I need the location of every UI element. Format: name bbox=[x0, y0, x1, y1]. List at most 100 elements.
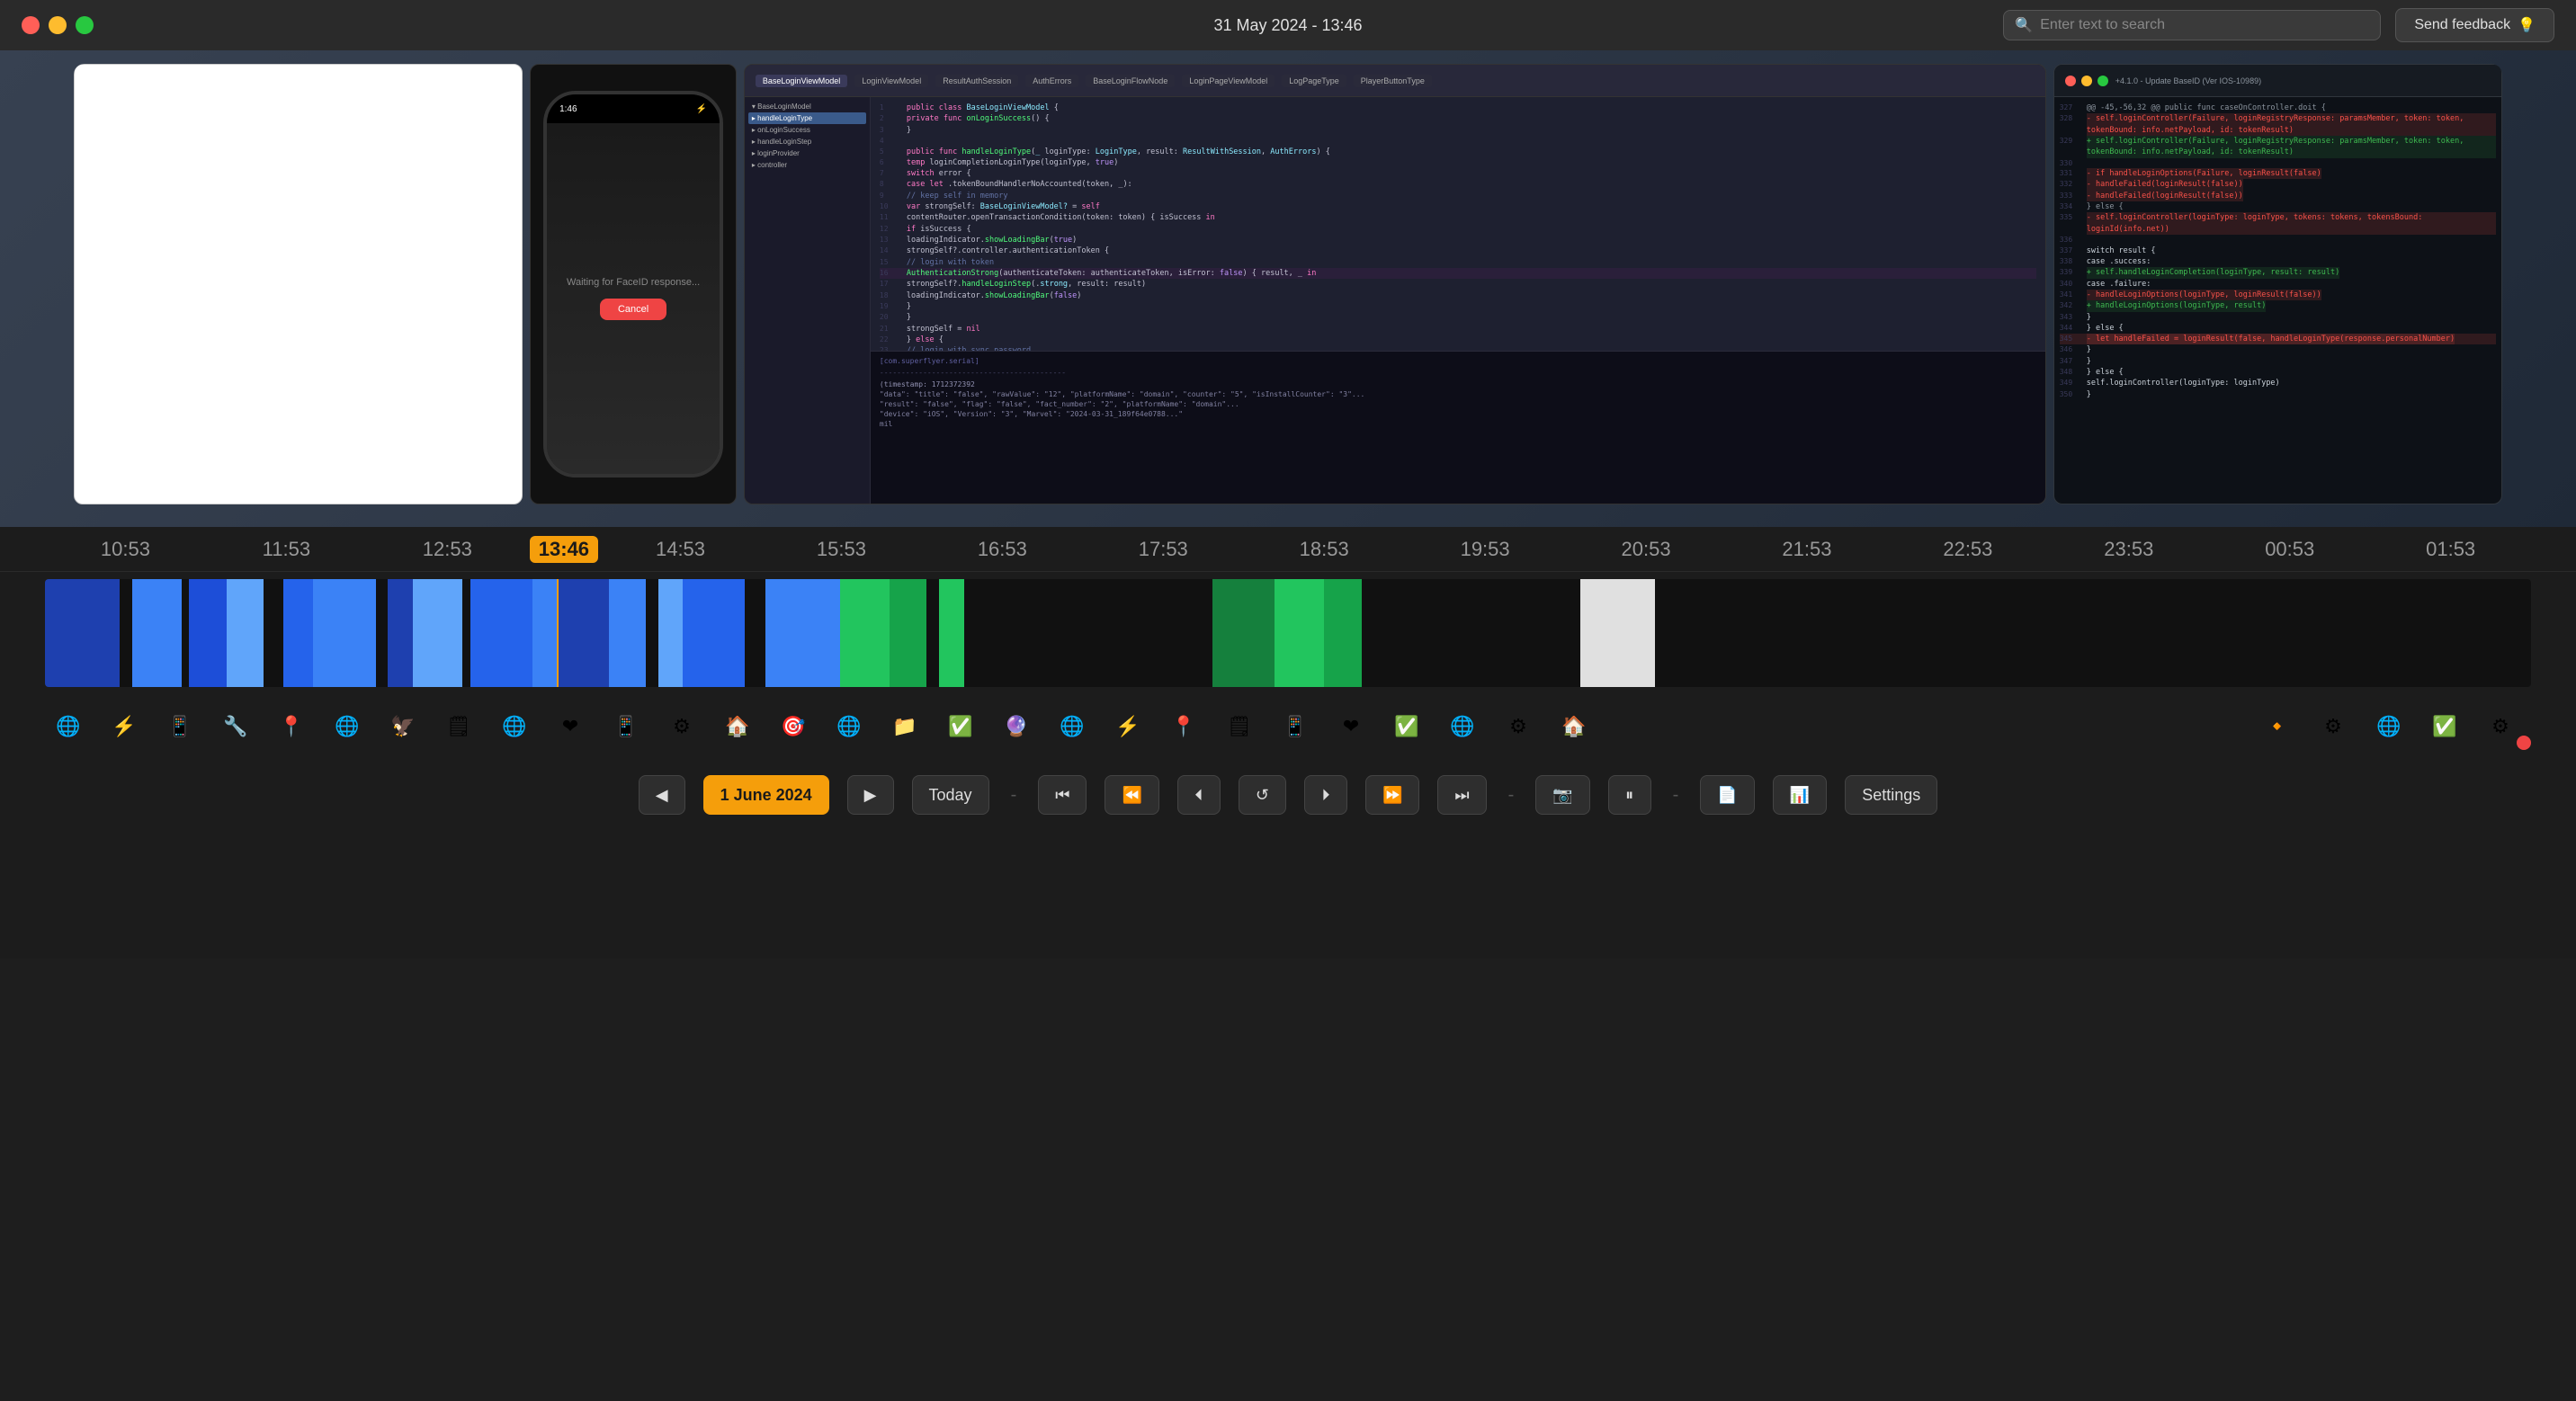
timeline-section: 10:53 11:53 12:53 13:46 14:53 15:53 16:5… bbox=[0, 527, 2576, 959]
refresh-button[interactable]: ↺ bbox=[1239, 775, 1286, 815]
activity-seg bbox=[227, 579, 264, 687]
xcode-tab-7[interactable]: LogPageType bbox=[1282, 75, 1346, 87]
sim-content: Waiting for FaceID response... Cancel bbox=[547, 123, 720, 474]
xcode-console: [com.superflyer.serial] ----------------… bbox=[871, 351, 2045, 504]
doc-button[interactable]: 📄 bbox=[1700, 775, 1754, 815]
activity-seg bbox=[1138, 579, 1212, 687]
activity-timeline[interactable] bbox=[45, 579, 2531, 687]
xcode-tab-8[interactable]: PlayerButtonType bbox=[1354, 75, 1432, 87]
send-feedback-button[interactable]: Send feedback 💡 bbox=[2395, 8, 2554, 42]
xcode-tab-5[interactable]: BaseLoginFlowNode bbox=[1086, 75, 1175, 87]
ts-1453: 14:53 bbox=[600, 538, 761, 561]
step-fwd-button[interactable]: ⏵ bbox=[1304, 775, 1347, 815]
activity-seg bbox=[765, 579, 840, 687]
ts-0153: 01:53 bbox=[2370, 538, 2531, 561]
app-icon-28: 🏠 bbox=[1551, 703, 1597, 750]
rewind-icon: ⏪ bbox=[1122, 786, 1141, 805]
skip-end-button[interactable]: ⏭ bbox=[1437, 775, 1486, 815]
app-icons-row: 🌐 ⚡ 📱 🔧 📍 🌐 🦅 🗒 🌐 ❤ 📱 ⚙ 🏠 🎯 🌐 📁 ✅ 🔮 🌐 ⚡ … bbox=[0, 694, 2576, 759]
ts-1653: 16:53 bbox=[922, 538, 1083, 561]
activity-seg bbox=[264, 579, 283, 687]
activity-seg bbox=[840, 579, 890, 687]
activity-seg bbox=[559, 579, 608, 687]
app-icon-5: 📍 bbox=[268, 703, 315, 750]
ts-1853: 18:53 bbox=[1244, 538, 1405, 561]
minimize-button[interactable] bbox=[49, 16, 67, 34]
date-button[interactable]: 1 June 2024 bbox=[703, 775, 829, 815]
activity-seg bbox=[532, 579, 558, 687]
skip-start-button[interactable]: ⏮ bbox=[1038, 775, 1087, 815]
activity-seg bbox=[462, 579, 470, 687]
blank-window bbox=[74, 64, 523, 504]
close-button[interactable] bbox=[22, 16, 40, 34]
src-toolbar: +4.1.0 - Update BaseID (Ver IOS-10989) bbox=[2054, 65, 2501, 97]
activity-seg bbox=[1212, 579, 1275, 687]
ts-1253: 12:53 bbox=[367, 538, 528, 561]
app-icon-18: 🔮 bbox=[993, 703, 1040, 750]
ts-1346-active[interactable]: 13:46 bbox=[530, 536, 598, 563]
sidebar-item-4[interactable]: ▸ loginProvider bbox=[748, 147, 866, 159]
activity-seg bbox=[1456, 579, 1580, 687]
red-recording-dot bbox=[2517, 736, 2531, 750]
step-fwd-icon: ⏵ bbox=[1321, 786, 1329, 805]
play-button[interactable]: ▶ bbox=[847, 775, 894, 815]
pause-button[interactable]: ⏸ bbox=[1608, 775, 1651, 815]
sidebar-item-2[interactable]: ▸ onLoginSuccess bbox=[748, 124, 866, 136]
xcode-tab-3[interactable]: ResultAuthSession bbox=[935, 75, 1018, 87]
sim-cancel-btn[interactable]: Cancel bbox=[600, 299, 666, 320]
sidebar-item-active[interactable]: ▸ handleLoginType bbox=[748, 112, 866, 124]
camera-button[interactable]: 📷 bbox=[1535, 775, 1589, 815]
search-box[interactable]: 🔍 bbox=[2003, 10, 2381, 40]
ts-2253: 22:53 bbox=[1887, 538, 2048, 561]
activity-seg bbox=[120, 579, 132, 687]
app-icon-27: ⚙ bbox=[1495, 703, 1542, 750]
today-button[interactable]: Today bbox=[912, 775, 989, 815]
activity-seg bbox=[1088, 579, 1138, 687]
xcode-tab-active[interactable]: BaseLoginViewModel bbox=[756, 75, 847, 87]
sidebar-item-3[interactable]: ▸ handleLoginStep bbox=[748, 136, 866, 147]
play-icon: ▶ bbox=[864, 786, 877, 805]
xcode-tab-2[interactable]: LoginViewModel bbox=[854, 75, 928, 87]
src-code-body[interactable]: 327@@ -45,-56,32 @@ public func caseOnCo… bbox=[2054, 97, 2501, 504]
send-feedback-label: Send feedback bbox=[2414, 17, 2510, 33]
app-icon-1: 🌐 bbox=[45, 703, 92, 750]
activity-seg bbox=[413, 579, 462, 687]
activity-seg bbox=[646, 579, 658, 687]
fast-fwd-button[interactable]: ⏩ bbox=[1365, 775, 1419, 815]
ts-2353: 23:53 bbox=[2048, 538, 2209, 561]
playback-controls: ◀ 1 June 2024 ▶ Today - ⏮ ⏪ ⏴ ↺ ⏵ ⏩ bbox=[0, 759, 2576, 831]
sidebar-item-5[interactable]: ▸ controller bbox=[748, 159, 866, 171]
sidebar-item-1[interactable]: ▾ BaseLoginModel bbox=[748, 101, 866, 112]
step-back-button[interactable]: ⏴ bbox=[1177, 775, 1221, 815]
app-icon-24: ❤ bbox=[1328, 703, 1374, 750]
pause-icon: ⏸ bbox=[1625, 786, 1633, 805]
xcode-tab-6[interactable]: LoginPageViewModel bbox=[1182, 75, 1275, 87]
activity-seg bbox=[313, 579, 375, 687]
xcode-sidebar: ▾ BaseLoginModel ▸ handleLoginType ▸ onL… bbox=[745, 97, 871, 504]
search-input[interactable] bbox=[2040, 17, 2369, 33]
skip-end-icon: ⏭ bbox=[1454, 786, 1469, 805]
step-back-icon: ⏴ bbox=[1194, 786, 1203, 805]
activity-seg bbox=[964, 579, 1088, 687]
activity-seg bbox=[189, 579, 226, 687]
separator-1: - bbox=[1007, 785, 1021, 806]
settings-button[interactable]: Settings bbox=[1845, 775, 1937, 815]
code-editor-main[interactable]: 1public class BaseLoginViewModel { 2 pri… bbox=[871, 97, 2045, 351]
xcode-body: ▾ BaseLoginModel ▸ handleLoginType ▸ onL… bbox=[745, 97, 2045, 504]
app-icon-8: 🗒 bbox=[435, 703, 482, 750]
chart-button[interactable]: 📊 bbox=[1773, 775, 1827, 815]
app-icon-21: 📍 bbox=[1160, 703, 1207, 750]
prev-button[interactable]: ◀ bbox=[639, 775, 685, 815]
camera-icon: 📷 bbox=[1552, 786, 1572, 805]
simulator-window: 1:46 ⚡ Waiting for FaceID response... Ca… bbox=[530, 64, 737, 504]
separator-3: - bbox=[1669, 785, 1683, 806]
settings-label: Settings bbox=[1862, 786, 1920, 805]
separator-2: - bbox=[1505, 785, 1518, 806]
activity-seg bbox=[376, 579, 389, 687]
rewind-button[interactable]: ⏪ bbox=[1105, 775, 1158, 815]
prev-icon: ◀ bbox=[656, 786, 668, 805]
window-controls bbox=[22, 16, 94, 34]
activity-seg bbox=[1655, 579, 2531, 687]
xcode-tab-4[interactable]: AuthErrors bbox=[1025, 75, 1078, 87]
maximize-button[interactable] bbox=[76, 16, 94, 34]
